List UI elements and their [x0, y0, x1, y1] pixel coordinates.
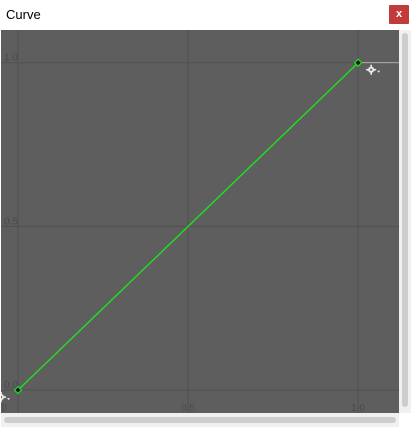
y-tick-label: 1.0 — [4, 53, 18, 64]
close-icon: x — [395, 8, 403, 20]
horizontal-scrollbar-thumb[interactable] — [4, 417, 396, 423]
x-tick-label: 0.5 — [181, 403, 195, 414]
curve-editor[interactable]: 0.00.51.00.00.51.0 — [1, 30, 411, 427]
close-button[interactable]: x — [389, 5, 409, 24]
curve-plot[interactable]: 0.00.51.00.00.51.0 — [1, 30, 411, 427]
title-bar: Curve x — [0, 0, 412, 30]
vertical-scrollbar-thumb[interactable] — [402, 33, 408, 407]
x-tick-label: 0.0 — [1, 403, 7, 414]
y-tick-label: 0.5 — [4, 216, 18, 227]
window-title: Curve — [6, 7, 41, 22]
x-tick-label: 1.0 — [351, 403, 365, 414]
plot-background — [1, 30, 399, 413]
